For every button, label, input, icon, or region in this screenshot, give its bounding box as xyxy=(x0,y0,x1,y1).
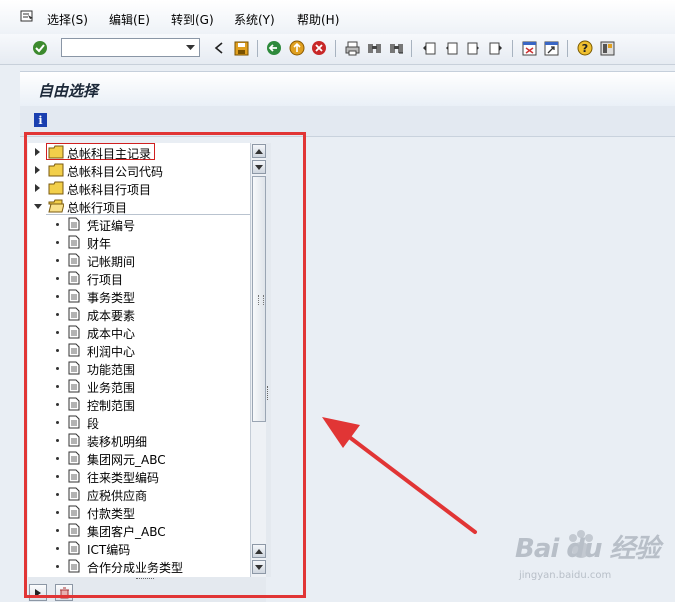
exit-icon[interactable] xyxy=(289,40,305,56)
info-icon[interactable]: i xyxy=(34,113,47,127)
back-icon[interactable] xyxy=(211,40,227,56)
next-page-icon[interactable] xyxy=(465,40,481,56)
command-field[interactable] xyxy=(61,38,200,57)
layout-icon[interactable] xyxy=(599,40,615,56)
watermark-url: jingyan.baidu.com xyxy=(519,570,612,581)
toolbar-separator xyxy=(335,40,336,57)
toolbar-separator xyxy=(512,40,513,57)
svg-text:?: ? xyxy=(582,42,588,55)
first-page-icon[interactable] xyxy=(421,40,437,56)
save-icon[interactable] xyxy=(233,40,249,56)
shortcut-icon[interactable] xyxy=(543,40,559,56)
last-page-icon[interactable] xyxy=(487,40,503,56)
menu-options-icon[interactable] xyxy=(20,9,34,23)
menu-edit[interactable]: 编辑(E) xyxy=(109,11,150,28)
find-next-icon[interactable] xyxy=(388,40,404,56)
chevron-down-icon[interactable] xyxy=(182,40,198,55)
annotation-highlight-frame xyxy=(24,132,306,598)
back-green-icon[interactable] xyxy=(266,40,282,56)
menu-bar: 选择(S) 编辑(E) 转到(G) 系统(Y) 帮助(H) xyxy=(0,0,675,34)
menu-goto[interactable]: 转到(G) xyxy=(171,11,214,28)
new-session-icon[interactable] xyxy=(521,40,537,56)
watermark-brand: Bai du 经验 xyxy=(515,534,660,564)
find-icon[interactable] xyxy=(366,40,382,56)
watermark: Bai du 经验 jingyan.baidu.com xyxy=(515,526,665,586)
previous-page-icon[interactable] xyxy=(443,40,459,56)
menu-select[interactable]: 选择(S) xyxy=(47,11,88,28)
enter-check-icon[interactable] xyxy=(32,40,48,56)
standard-toolbar: ? xyxy=(0,34,675,65)
toolbar-separator xyxy=(411,40,412,57)
help-icon[interactable]: ? xyxy=(577,40,593,56)
print-icon[interactable] xyxy=(344,40,360,56)
menu-help[interactable]: 帮助(H) xyxy=(297,11,339,28)
screen-title-bar: 自由选择 xyxy=(20,71,675,107)
menu-system[interactable]: 系统(Y) xyxy=(234,11,275,28)
toolbar-separator xyxy=(567,40,568,57)
cancel-icon[interactable] xyxy=(311,40,327,56)
page-title: 自由选择 xyxy=(38,82,99,100)
toolbar-separator xyxy=(257,40,258,57)
